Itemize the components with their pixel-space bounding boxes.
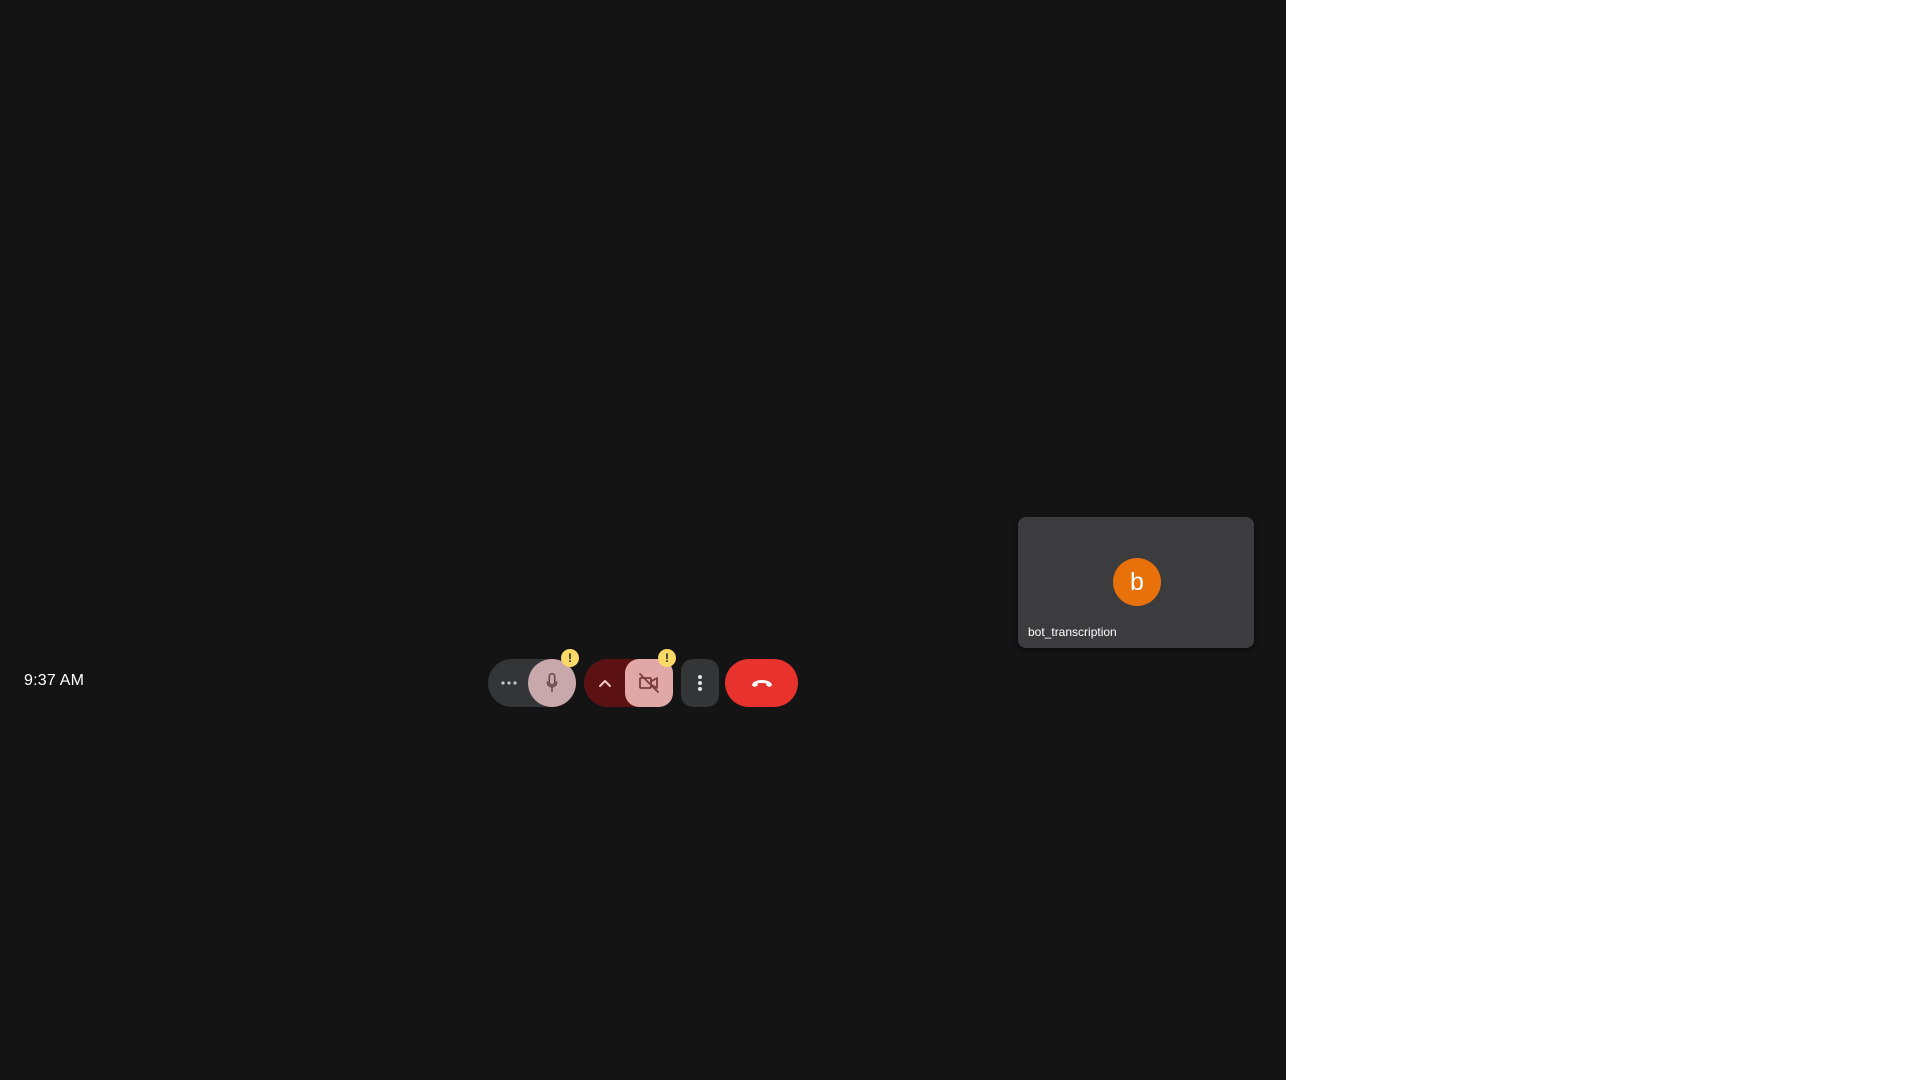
video-control-group: ! [584,649,676,707]
more-horizontal-icon [501,681,517,685]
video-off-icon [639,673,659,693]
audio-options-button[interactable] [488,659,530,707]
audio-control-group: ! [488,649,579,707]
more-options-button[interactable] [681,659,719,707]
microphone-button[interactable]: ! [528,649,579,707]
blank-panel [1286,0,1920,1080]
end-call-button[interactable] [725,659,798,707]
participant-name: bot_transcription [1028,625,1117,639]
camera-warning-badge: ! [658,649,676,667]
chevron-up-icon [599,680,611,687]
microphone-icon [546,673,558,693]
video-options-button[interactable] [584,659,626,707]
avatar: b [1113,558,1161,606]
meeting-stage: 9:37 AM b bot_transcription ! ! [0,0,1286,1080]
more-vertical-icon [698,675,702,691]
phone-hangup-icon [751,680,772,687]
control-bar: ! ! [0,649,1286,707]
participant-tile[interactable]: b bot_transcription [1018,517,1254,648]
mic-warning-badge: ! [561,649,579,667]
camera-button[interactable]: ! [625,649,676,707]
